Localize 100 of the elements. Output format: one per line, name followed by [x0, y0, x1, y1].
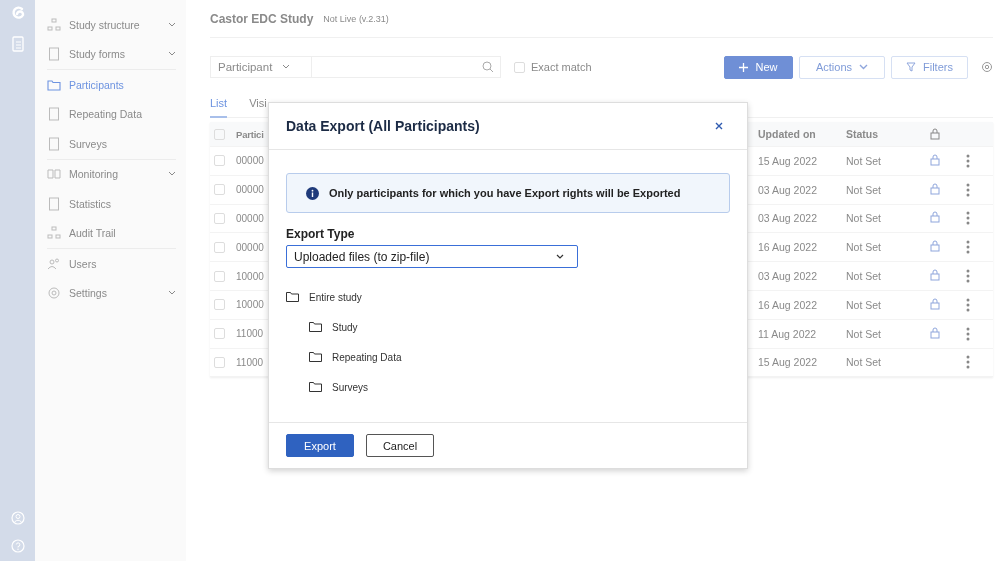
more-icon[interactable]	[966, 326, 970, 341]
chevron-icon	[859, 64, 869, 70]
column-header[interactable]: Updated on	[758, 128, 846, 140]
search-icon	[482, 61, 494, 73]
chevron-icon	[168, 21, 176, 28]
more-icon[interactable]	[966, 182, 970, 197]
chevron-icon	[556, 253, 564, 260]
menu-icon	[47, 196, 61, 211]
menu-icon	[47, 167, 61, 182]
column-header[interactable]: Partici	[236, 128, 264, 140]
sidebar-item[interactable]: Monitoring	[47, 159, 176, 189]
sidebar-item[interactable]: Users	[47, 249, 176, 279]
plus-icon	[739, 62, 749, 72]
more-icon[interactable]	[966, 153, 970, 168]
close-icon[interactable]	[715, 122, 723, 130]
export-type-dropdown[interactable]: Uploaded files (to zip-file)	[286, 245, 578, 268]
exact-match-checkbox[interactable]	[514, 61, 525, 73]
table-cell: 00000	[236, 213, 264, 224]
table-cell-text: Not Set	[846, 212, 883, 225]
table-cell-text: 16 Aug 2022	[758, 241, 818, 254]
folder-icon	[309, 322, 322, 332]
field-label: Export Type	[286, 227, 356, 241]
sidebar-item[interactable]: Statistics	[47, 189, 176, 219]
more-icon[interactable]	[966, 269, 970, 284]
table-cell: 00000	[236, 155, 264, 167]
sidebar-item[interactable]: Repeating Data	[47, 99, 176, 129]
sidebar-item[interactable]: Surveys	[47, 129, 176, 160]
more-icon[interactable]	[966, 297, 970, 312]
row-checkbox[interactable]	[214, 155, 225, 167]
funnel-icon	[906, 62, 916, 72]
folder-icon	[309, 352, 322, 362]
select-all-checkbox[interactable]	[214, 128, 225, 140]
row-checkbox[interactable]	[214, 213, 225, 224]
info-icon	[306, 186, 319, 200]
search-by-dropdown[interactable]: Participant	[210, 56, 312, 78]
menu-icon	[47, 17, 61, 32]
logo-icon[interactable]	[10, 6, 25, 22]
table-cell-text: 11 Aug 2022	[758, 327, 818, 340]
table-cell-text: 15 Aug 2022	[758, 356, 818, 369]
toolbar-button[interactable]: New	[724, 55, 793, 79]
row-checkbox[interactable]	[214, 356, 225, 368]
more-icon[interactable]	[966, 355, 970, 370]
tree-item[interactable]: Repeating Data	[332, 351, 402, 363]
sidebar-item[interactable]: Settings	[47, 278, 176, 308]
tree-item[interactable]: Surveys	[332, 381, 369, 393]
row-checkbox[interactable]	[214, 328, 225, 340]
more-icon[interactable]	[966, 211, 970, 226]
profile-icon[interactable]	[10, 511, 25, 525]
table-cell-text: Not Set	[846, 298, 883, 311]
help-icon[interactable]	[10, 539, 25, 553]
tree-item[interactable]: Study	[332, 321, 358, 333]
table-cell-text: Not Set	[846, 327, 883, 340]
tab[interactable]: List	[210, 97, 228, 118]
table-cell: 11000	[236, 328, 264, 340]
tab[interactable]: Visi	[249, 97, 267, 116]
chevron-icon	[168, 51, 176, 58]
sidebar-item[interactable]: Study structure	[47, 10, 176, 40]
study-title: Castor EDC Study	[210, 11, 314, 26]
table-cell: 00000	[236, 241, 264, 253]
table-cell-text: Not Set	[846, 356, 883, 369]
table-cell-text: 03 Aug 2022	[758, 212, 818, 225]
menu-icon	[47, 107, 61, 122]
column-header[interactable]: Status	[846, 128, 930, 140]
notebook-icon[interactable]	[11, 36, 24, 52]
info-text: Only participants for which you have Export rights will be Exported	[329, 187, 681, 199]
menu-icon	[47, 77, 61, 92]
table-cell-text: 16 Aug 2022	[758, 298, 818, 311]
table-cell-text: Not Set	[846, 183, 883, 196]
settings-icon[interactable]	[981, 61, 993, 73]
folder-icon	[286, 292, 299, 302]
toolbar-button[interactable]: Actions	[799, 55, 885, 79]
chevron-icon	[282, 64, 291, 70]
cancel-button[interactable]: Cancel	[366, 434, 434, 457]
table-cell-text: Not Set	[846, 270, 883, 283]
dialog-title: Data Export (All Participants)	[286, 118, 480, 134]
menu-icon	[47, 136, 61, 151]
table-cell-text: 03 Aug 2022	[758, 183, 818, 196]
row-checkbox[interactable]	[214, 241, 225, 253]
sidebar-item[interactable]: Audit Trail	[47, 218, 176, 249]
menu-icon	[47, 256, 61, 271]
table-cell-text: 15 Aug 2022	[758, 154, 818, 167]
more-icon[interactable]	[966, 240, 970, 255]
row-checkbox[interactable]	[214, 270, 225, 282]
export-button[interactable]: Export	[286, 434, 354, 457]
toolbar-button[interactable]: Filters	[891, 55, 968, 79]
checkbox-label: Exact match	[531, 61, 592, 73]
chevron-icon	[168, 290, 176, 297]
search-field[interactable]	[312, 56, 501, 78]
row-checkbox[interactable]	[214, 184, 225, 196]
sidebar-item[interactable]: Study forms	[47, 39, 176, 70]
table-cell: 10000	[236, 270, 264, 282]
menu-icon	[47, 47, 61, 62]
table-cell: 00000	[236, 184, 264, 196]
lock-icon	[930, 128, 940, 140]
tree-item[interactable]: Entire study	[309, 291, 362, 303]
row-checkbox[interactable]	[214, 299, 225, 311]
table-cell: 11000	[236, 356, 264, 368]
chevron-icon	[168, 171, 176, 178]
sidebar-item[interactable]: Participants	[47, 70, 176, 100]
menu-icon	[47, 226, 61, 241]
